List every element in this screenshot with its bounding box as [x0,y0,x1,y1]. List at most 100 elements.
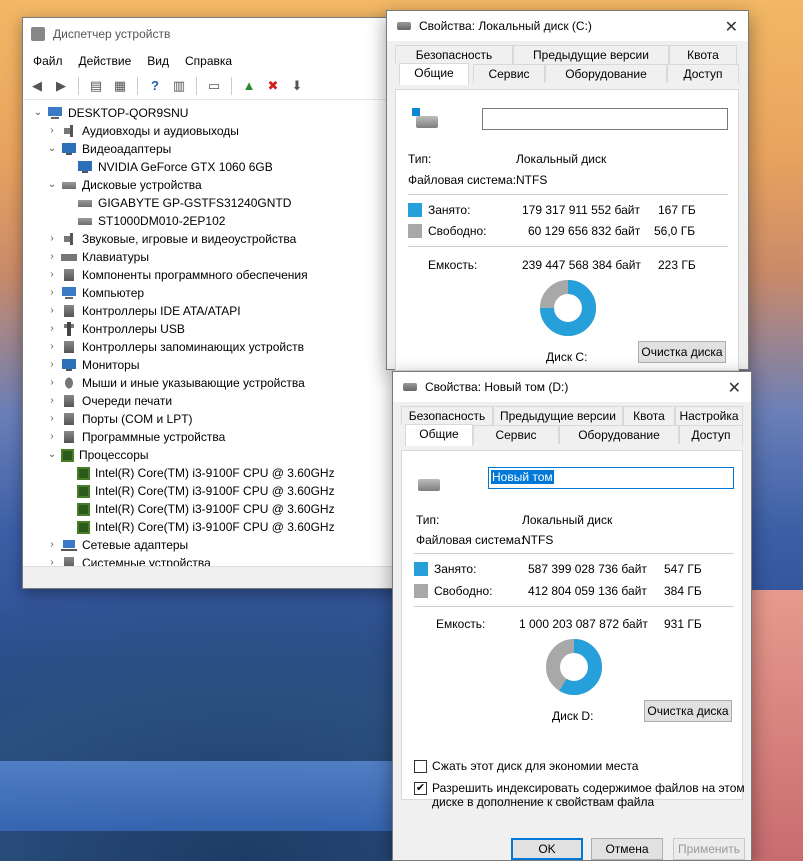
tree-device[interactable]: Intel(R) Core(TM) i3-9100F CPU @ 3.60GHz [31,518,401,536]
apply-button[interactable]: Применить [673,838,745,860]
expand-chevron-icon[interactable]: › [45,536,59,554]
ok-button[interactable]: OK [511,838,583,860]
tab-security[interactable]: Безопасность [395,45,513,64]
scan-hardware-icon[interactable]: ▭ [204,76,224,96]
device-manager-app-icon [31,27,45,41]
tree-category[interactable]: › Мониторы [31,356,401,374]
expand-chevron-icon[interactable]: › [45,122,59,140]
menu-action[interactable]: Действие [73,54,138,68]
filesystem-label: Файловая система: [416,533,525,547]
tree-device[interactable]: Intel(R) Core(TM) i3-9100F CPU @ 3.60GHz [31,500,401,518]
disk-cleanup-button[interactable]: Очистка диска [644,700,732,722]
filesystem-label: Файловая система: [408,173,517,187]
tab-quota[interactable]: Квота [669,45,737,64]
tree-category[interactable]: › Компьютер [31,284,401,302]
tree-category[interactable]: › Мыши и иные указывающие устройства [31,374,401,392]
update-driver-icon[interactable]: ▲ [239,76,259,96]
tree-category[interactable]: ⌄ Дисковые устройства [31,176,401,194]
tab-hardware[interactable]: Оборудование [559,425,679,444]
expand-chevron-icon[interactable]: › [45,428,59,446]
tree-category[interactable]: › Сетевые адаптеры [31,536,401,554]
tree-item-label: NVIDIA GeForce GTX 1060 6GB [98,160,273,174]
collapse-chevron-icon[interactable]: ⌄ [45,140,59,158]
details-icon[interactable]: ▥ [169,76,189,96]
disk-icon [61,178,77,192]
forward-arrow-icon[interactable]: ▶ [51,76,71,96]
collapse-chevron-icon[interactable]: ⌄ [45,446,59,464]
close-icon[interactable]: ✕ [728,378,741,398]
tab-general[interactable]: Общие [405,424,473,446]
expand-chevron-icon[interactable]: › [45,356,59,374]
tree-category[interactable]: ⌄ Видеоадаптеры [31,140,401,158]
tree-category[interactable]: › Звуковые, игровые и видеоустройства [31,230,401,248]
expand-chevron-icon[interactable]: › [45,392,59,410]
expand-chevron-icon[interactable]: › [45,374,59,392]
generic-icon [61,412,77,426]
expand-chevron-icon[interactable]: › [45,338,59,356]
tree-category[interactable]: › Контроллеры IDE ATA/ATAPI [31,302,401,320]
tab-previous-versions[interactable]: Предыдущие версии [493,406,623,425]
tab-general[interactable]: Общие [399,63,469,85]
device-manager-titlebar[interactable]: Диспетчер устройств [23,18,401,50]
expand-chevron-icon[interactable]: › [45,230,59,248]
tree-item-label: Аудиовходы и аудиовыходы [82,124,239,138]
tree-device[interactable]: GIGABYTE GP-GSTFS31240GNTD [31,194,401,212]
cancel-button[interactable]: Отмена [591,838,663,860]
tab-service[interactable]: Сервис [473,64,545,83]
collapse-chevron-icon[interactable]: ⌄ [31,104,45,122]
close-icon[interactable]: ✕ [725,17,738,37]
tab-customize[interactable]: Настройка [675,406,743,425]
tab-quota[interactable]: Квота [623,406,675,425]
tree-item-label: Порты (COM и LPT) [82,412,193,426]
expand-chevron-icon[interactable]: › [45,320,59,338]
volume-name-input[interactable] [482,108,728,130]
tree-category[interactable]: › Программные устройства [31,428,401,446]
disk-c-titlebar[interactable]: Свойства: Локальный диск (C:) ✕ [387,11,748,41]
download-arrow-icon[interactable]: ⬇ [287,76,307,96]
tree-category[interactable]: › Клавиатуры [31,248,401,266]
tree-item-label: Мыши и иные указывающие устройства [82,376,305,390]
menu-view[interactable]: Вид [141,54,175,68]
tab-sharing[interactable]: Доступ [679,425,743,444]
tab-service[interactable]: Сервис [473,425,559,444]
disk-c-general-panel: Тип: Локальный диск Файловая система: NT… [395,89,739,371]
index-checkbox[interactable]: ✔ [414,782,427,795]
toolbar: ◀ ▶ ▤ ▦ ? ▥ ▭ ▲ ✖ ⬇ [23,72,401,100]
tree-category[interactable]: ⌄ Процессоры [31,446,401,464]
tree-category[interactable]: › Компоненты программного обеспечения [31,266,401,284]
tree-device[interactable]: ST1000DM010-2EP102 [31,212,401,230]
help-icon[interactable]: ? [145,76,165,96]
tab-sharing[interactable]: Доступ [667,64,739,83]
tab-security[interactable]: Безопасность [401,406,493,425]
type-label: Тип: [416,513,440,527]
tree-category[interactable]: › Аудиовходы и аудиовыходы [31,122,401,140]
menu-file[interactable]: Файл [27,54,69,68]
back-arrow-icon[interactable]: ◀ [27,76,47,96]
tree-category[interactable]: › Контроллеры USB [31,320,401,338]
collapse-chevron-icon[interactable]: ⌄ [45,176,59,194]
usb-icon [61,322,77,336]
expand-chevron-icon[interactable]: › [45,284,59,302]
tree-device[interactable]: NVIDIA GeForce GTX 1060 6GB [31,158,401,176]
tab-hardware[interactable]: Оборудование [545,64,667,83]
disk-cleanup-button[interactable]: Очистка диска [638,341,726,363]
menu-help[interactable]: Справка [179,54,238,68]
used-color-swatch [414,562,428,576]
expand-chevron-icon[interactable]: › [45,248,59,266]
tab-previous-versions[interactable]: Предыдущие версии [513,45,669,64]
uninstall-x-icon[interactable]: ✖ [263,76,283,96]
tree-device[interactable]: Intel(R) Core(TM) i3-9100F CPU @ 3.60GHz [31,464,401,482]
expand-chevron-icon[interactable]: › [45,302,59,320]
tree-category[interactable]: › Контроллеры запоминающих устройств [31,338,401,356]
tree-category[interactable]: › Порты (COM и LPT) [31,410,401,428]
tree-device[interactable]: Intel(R) Core(TM) i3-9100F CPU @ 3.60GHz [31,482,401,500]
compress-checkbox[interactable] [414,760,427,773]
tree-view-icon[interactable]: ▤ [86,76,106,96]
expand-chevron-icon[interactable]: › [45,410,59,428]
properties-icon[interactable]: ▦ [110,76,130,96]
tree-root[interactable]: ⌄ DESKTOP-QOR9SNU [31,104,401,122]
expand-chevron-icon[interactable]: › [45,266,59,284]
volume-name-input[interactable]: Новый том [488,467,734,489]
tree-category[interactable]: › Очереди печати [31,392,401,410]
disk-d-titlebar[interactable]: Свойства: Новый том (D:) ✕ [393,372,751,402]
